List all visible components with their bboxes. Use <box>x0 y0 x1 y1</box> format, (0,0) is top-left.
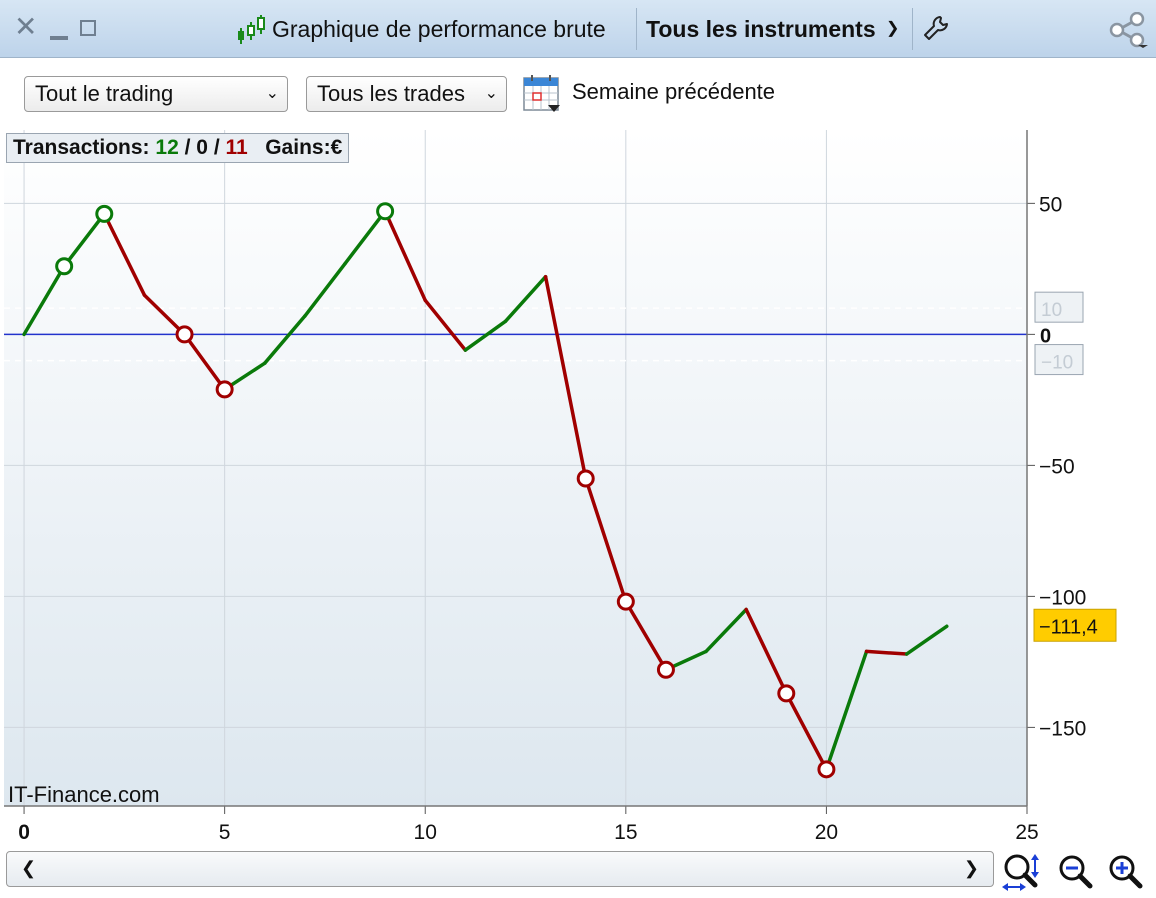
title-divider <box>912 8 913 50</box>
chevron-right-icon[interactable]: ❯ <box>964 858 979 879</box>
trade-marker <box>817 760 836 779</box>
y-tick-label: 50 <box>1039 193 1062 216</box>
watermark: IT-Finance.com <box>8 782 160 807</box>
separator: / <box>213 136 220 159</box>
share-icon[interactable] <box>1108 12 1148 48</box>
transactions-label: Transactions: <box>13 136 150 159</box>
trades-filter-select[interactable]: Tous les trades ⌄ <box>306 76 507 112</box>
trade-marker <box>175 325 194 344</box>
zero-line-label: 0 <box>1040 325 1051 347</box>
trade-marker <box>656 660 675 679</box>
trade-marker <box>95 204 114 223</box>
trade-marker <box>215 380 234 399</box>
plot-area <box>4 130 1027 806</box>
trading-scope-value: Tout le trading <box>35 81 174 106</box>
chevron-down-icon: ⌄ <box>484 85 498 102</box>
x-tick-label: 15 <box>614 821 637 844</box>
y-tick-label: −50 <box>1039 455 1075 478</box>
chevron-down-icon: ⌄ <box>265 85 279 102</box>
trading-scope-select[interactable]: Tout le trading ⌄ <box>24 76 288 112</box>
chevron-left-icon[interactable]: ❮ <box>21 858 36 879</box>
gains-label: Gains: <box>265 136 331 159</box>
performance-chart[interactable]: 0 5 10 15 20 25 50 −50 −100 −150 0 10 −10 −111,4 <box>0 130 1156 850</box>
instrument-selector[interactable]: Tous les instruments <box>646 16 876 43</box>
maximize-icon[interactable] <box>80 20 96 36</box>
trade-marker <box>777 684 796 703</box>
trade-marker <box>55 257 74 276</box>
window-title-bar: ✕ Graphique de performance brute Tous le… <box>0 0 1156 58</box>
x-tick-label: 0 <box>18 821 30 844</box>
minimize-icon[interactable] <box>50 36 68 40</box>
zoom-in-icon[interactable] <box>1106 852 1146 892</box>
trades-filter-value: Tous les trades <box>317 81 465 106</box>
zoom-out-icon[interactable] <box>1056 852 1096 892</box>
title-divider <box>636 8 637 50</box>
separator: / <box>184 136 191 159</box>
wrench-icon[interactable] <box>922 14 950 42</box>
close-icon[interactable]: ✕ <box>14 12 37 42</box>
calendar-icon[interactable] <box>522 73 562 113</box>
trade-marker <box>616 592 635 611</box>
x-tick-label: 25 <box>1015 821 1038 844</box>
period-label[interactable]: Semaine précédente <box>572 79 775 105</box>
zoom-fit-icon[interactable] <box>1002 852 1042 892</box>
candlestick-icon <box>238 15 265 44</box>
horizontal-scrollbar[interactable]: ❮ ❯ <box>6 851 994 887</box>
neutral-count: 0 <box>196 136 208 159</box>
trade-marker <box>376 202 395 221</box>
chevron-down-icon[interactable]: ❯ <box>886 18 899 38</box>
threshold-label: −10 <box>1041 353 1073 374</box>
wins-count: 12 <box>155 136 179 159</box>
x-tick-label: 10 <box>414 821 437 844</box>
threshold-label: 10 <box>1041 300 1062 321</box>
y-tick-label: −100 <box>1039 586 1086 609</box>
window-title: Graphique de performance brute <box>272 16 606 42</box>
last-value-label: −111,4 <box>1039 616 1098 638</box>
x-tick-label: 5 <box>219 821 231 844</box>
losses-count: 11 <box>225 136 248 159</box>
transactions-summary: Transactions: 12 / 0 / 11 Gains:€ <box>6 133 350 163</box>
x-tick-label: 20 <box>815 821 838 844</box>
y-tick-label: −150 <box>1039 717 1086 740</box>
currency-label: € <box>330 136 343 159</box>
trade-marker <box>576 469 595 488</box>
